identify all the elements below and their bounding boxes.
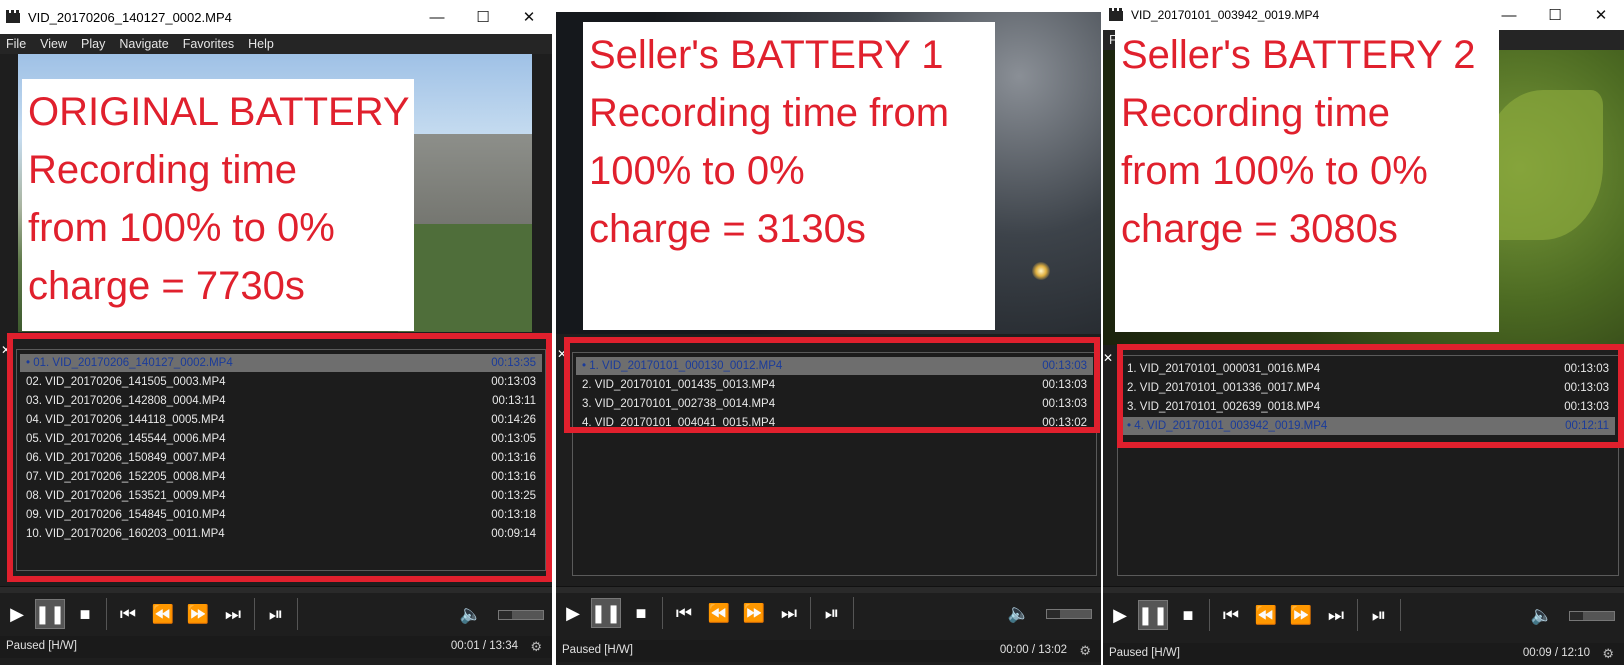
menu-file[interactable]: File [0, 37, 34, 51]
skip-previous-icon[interactable]: ⏮ [113, 599, 143, 629]
menu-favorites[interactable]: Favorites [177, 37, 242, 51]
close-icon[interactable]: ✕ [506, 0, 552, 34]
menu-navigate[interactable]: Navigate [113, 37, 176, 51]
play-icon[interactable]: ▶ [1105, 600, 1135, 630]
window-title: VID_20170206_140127_0002.MP4 [28, 9, 232, 25]
highlight-box [564, 337, 1100, 433]
play-icon[interactable]: ▶ [558, 598, 588, 628]
seek-bar[interactable] [556, 586, 1101, 593]
menu-view[interactable]: View [34, 37, 75, 51]
divider [810, 597, 811, 629]
status-bar: Paused [H/W] 00:01 / 13:34 ⚙ [0, 636, 552, 658]
minimize-icon[interactable]: — [414, 0, 460, 34]
battery-caption: ORIGINAL BATTERY Recording time from 100… [22, 79, 414, 331]
hardware-decoder-icon: ⚙ [530, 639, 542, 654]
divider [106, 598, 107, 630]
caption-line: charge = 3080s [1121, 207, 1398, 251]
window-title: VID_20170101_003942_0019.MP4 [1131, 8, 1320, 22]
player-window-seller-2: VID_20170101_003942_0019.MP4 — ☐ ✕ File … [1103, 0, 1624, 665]
maximize-icon[interactable]: ☐ [1532, 0, 1578, 30]
maximize-icon[interactable]: ☐ [460, 0, 506, 34]
battery-caption: Seller's BATTERY 2 Recording time from 1… [1115, 22, 1499, 332]
menu-bar: File View Play Navigate Favorites Help [0, 34, 552, 54]
rewind-icon[interactable]: ⏪ [1251, 600, 1281, 630]
divider [1357, 599, 1358, 631]
stop-icon[interactable]: ■ [626, 598, 656, 628]
fast-forward-icon[interactable]: ⏩ [739, 598, 769, 628]
seek-bar[interactable] [0, 586, 552, 593]
rewind-icon[interactable]: ⏪ [704, 598, 734, 628]
skip-next-icon[interactable]: ⏭ [218, 599, 248, 629]
volume-icon[interactable]: 🔈 [1527, 600, 1557, 630]
caption-line: Recording time [28, 148, 298, 192]
menu-help[interactable]: Help [242, 37, 282, 51]
player-window-seller-1: Seller's BATTERY 1 Recording time from 1… [556, 12, 1101, 665]
rewind-icon[interactable]: ⏪ [148, 599, 178, 629]
status-text: Paused [H/W] [6, 640, 77, 652]
playlist-close-icon[interactable]: ✕ [1103, 351, 1113, 365]
divider [297, 598, 298, 630]
pause-icon[interactable]: ❚❚ [591, 598, 621, 628]
time-readout: 00:01 / 13:34 [450, 640, 518, 652]
hardware-decoder-icon: ⚙ [1602, 646, 1614, 661]
fast-forward-icon[interactable]: ⏩ [1286, 600, 1316, 630]
skip-previous-icon[interactable]: ⏮ [669, 598, 699, 628]
caption-line: ORIGINAL BATTERY [28, 90, 410, 134]
volume-icon[interactable]: 🔈 [1004, 598, 1034, 628]
skip-next-icon[interactable]: ⏭ [774, 598, 804, 628]
menu-play[interactable]: Play [75, 37, 113, 51]
highlight-box [1117, 344, 1624, 448]
stop-icon[interactable]: ■ [1173, 600, 1203, 630]
frame-step-icon[interactable]: ⏯ [261, 599, 291, 629]
hardware-decoder-icon: ⚙ [1079, 643, 1091, 658]
time-readout: 00:09 / 12:10 [1522, 647, 1590, 659]
volume-icon[interactable]: 🔈 [456, 599, 486, 629]
caption-line: Recording time from [589, 91, 950, 135]
stop-icon[interactable]: ■ [70, 599, 100, 629]
divider [254, 598, 255, 630]
playback-controls: ▶ ❚❚ ■ ⏮ ⏪ ⏩ ⏭ ⏯ 🔈 [556, 594, 1101, 636]
fast-forward-icon[interactable]: ⏩ [183, 599, 213, 629]
caption-line: Seller's BATTERY 1 [589, 33, 944, 77]
caption-line: Recording time [1121, 91, 1391, 135]
caption-line: from 100% to 0% [28, 206, 335, 250]
highlight-box [7, 333, 552, 582]
divider [1209, 599, 1210, 631]
play-icon[interactable]: ▶ [2, 599, 32, 629]
caption-line: Seller's BATTERY 2 [1121, 33, 1476, 77]
close-icon[interactable]: ✕ [1578, 0, 1624, 30]
divider [1400, 599, 1401, 631]
trees-image [398, 224, 532, 332]
title-bar[interactable]: VID_20170206_140127_0002.MP4 — ☐ ✕ [0, 0, 552, 34]
pause-icon[interactable]: ❚❚ [35, 599, 65, 629]
status-bar: Paused [H/W] 00:00 / 13:02 ⚙ [556, 640, 1101, 662]
status-text: Paused [H/W] [1109, 647, 1180, 659]
clapperboard-icon [6, 10, 22, 24]
leaves-image [1483, 90, 1603, 240]
player-window-original: VID_20170206_140127_0002.MP4 — ☐ ✕ File … [0, 0, 552, 665]
caption-line: charge = 7730s [28, 264, 305, 308]
time-readout: 00:00 / 13:02 [999, 644, 1067, 656]
pause-icon[interactable]: ❚❚ [1138, 600, 1168, 630]
caption-line: 100% to 0% [589, 149, 805, 193]
divider [662, 597, 663, 629]
frame-step-icon[interactable]: ⏯ [817, 598, 847, 628]
clapperboard-icon [1109, 8, 1125, 22]
light-glow-image [1032, 262, 1050, 280]
skip-next-icon[interactable]: ⏭ [1321, 600, 1351, 630]
battery-caption: Seller's BATTERY 1 Recording time from 1… [583, 22, 995, 330]
volume-slider[interactable] [1046, 609, 1092, 619]
playback-controls: ▶ ❚❚ ■ ⏮ ⏪ ⏩ ⏭ ⏯ 🔈 [1103, 596, 1624, 638]
status-bar: Paused [H/W] 00:09 / 12:10 ⚙ [1103, 643, 1624, 665]
seek-bar[interactable] [1103, 586, 1624, 593]
status-text: Paused [H/W] [562, 644, 633, 656]
caption-line: charge = 3130s [589, 207, 866, 251]
skip-previous-icon[interactable]: ⏮ [1216, 600, 1246, 630]
volume-slider[interactable] [498, 610, 544, 620]
playback-controls: ▶ ❚❚ ■ ⏮ ⏪ ⏩ ⏭ ⏯ 🔈 [0, 593, 552, 635]
volume-slider[interactable] [1569, 611, 1615, 621]
divider [853, 597, 854, 629]
frame-step-icon[interactable]: ⏯ [1364, 600, 1394, 630]
caption-line: from 100% to 0% [1121, 149, 1428, 193]
